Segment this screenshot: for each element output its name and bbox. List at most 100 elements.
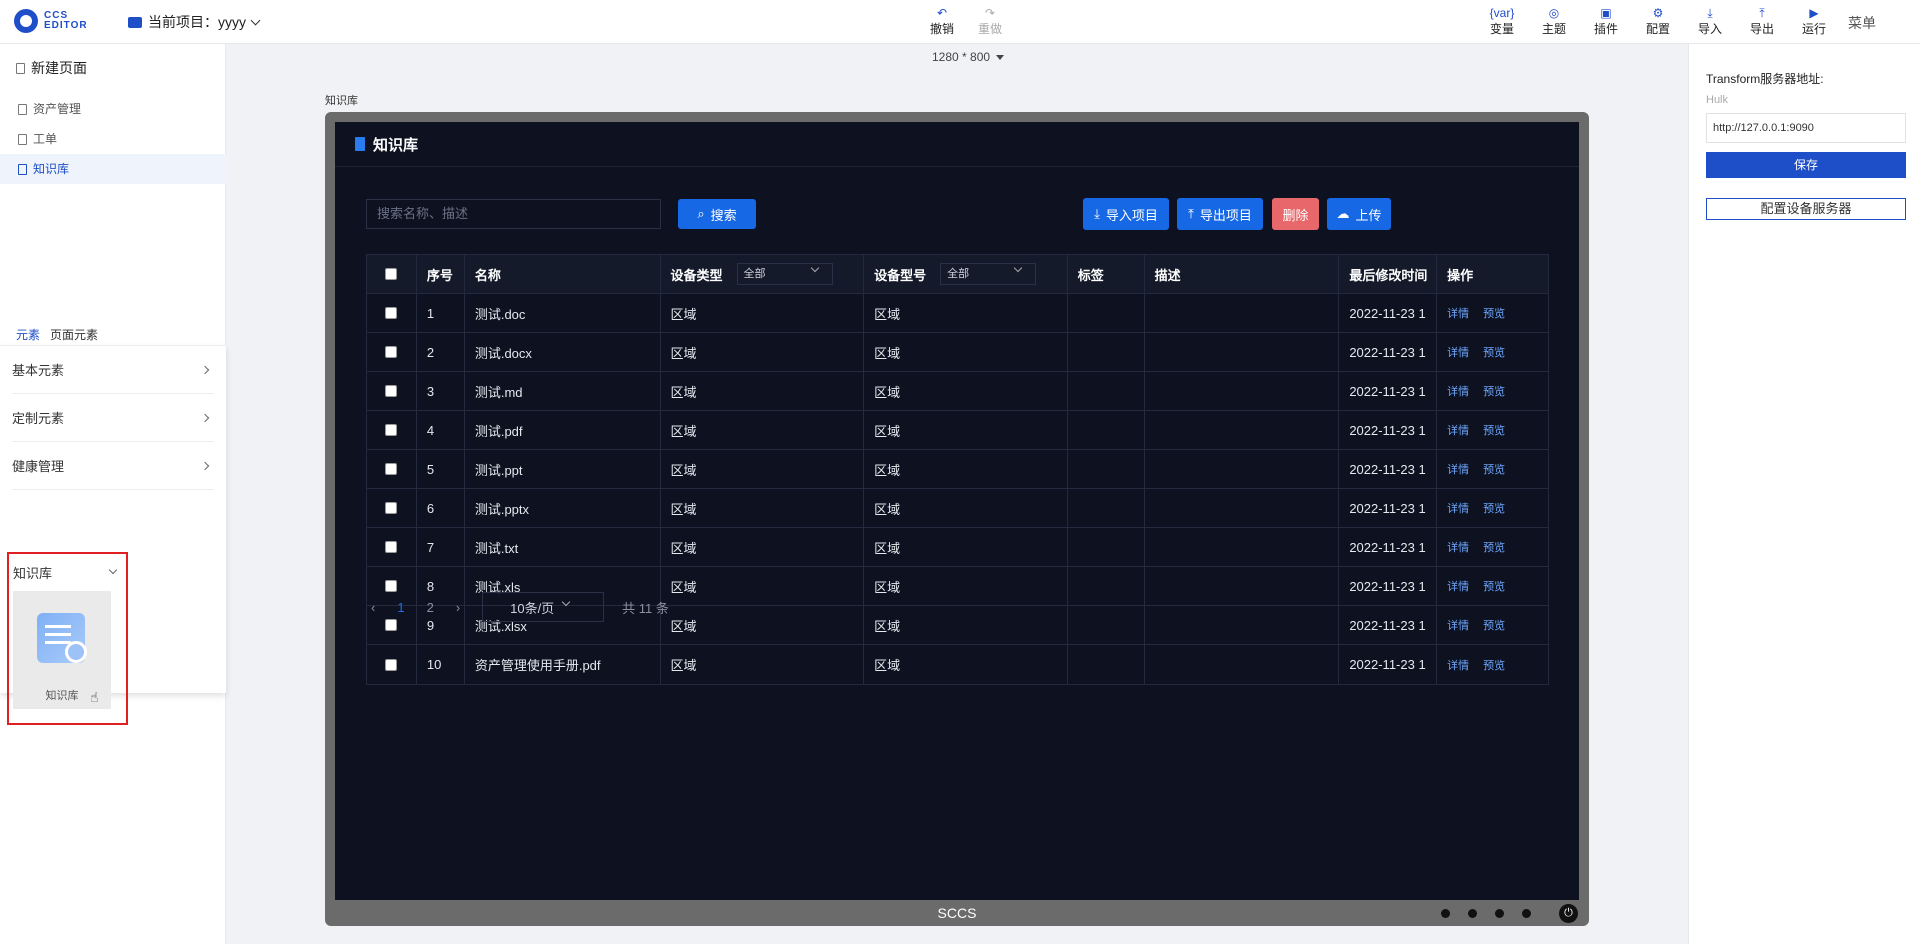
detail-link[interactable]: 详情 (1447, 500, 1469, 516)
power-icon[interactable]: ⏻ (1559, 904, 1578, 923)
dot-icon (1441, 909, 1450, 918)
tool-label: 导出 (1749, 22, 1774, 36)
detail-link[interactable]: 详情 (1447, 461, 1469, 477)
type-filter-select[interactable]: 全部 (736, 263, 833, 285)
server-address-input[interactable]: http://127.0.0.1:9090 (1706, 113, 1906, 143)
page-size-value: 10条/页 (510, 600, 555, 616)
variable-button[interactable]: {var} 变量 (1476, 6, 1528, 37)
category-custom[interactable]: 定制元素 (12, 394, 214, 442)
import-project-button[interactable]: ⤓ 导入项目 (1083, 198, 1169, 230)
select-all-checkbox[interactable] (385, 268, 398, 280)
row-checkbox[interactable] (385, 502, 398, 514)
page-size-select[interactable]: 10条/页 (482, 592, 605, 622)
search-button[interactable]: ⌕ 搜索 (678, 199, 756, 229)
detail-link[interactable]: 详情 (1447, 617, 1469, 633)
page-1[interactable]: 1 (397, 600, 404, 615)
cell-desc (1145, 645, 1340, 684)
page-2[interactable]: 2 (427, 600, 434, 615)
row-checkbox[interactable] (385, 580, 398, 592)
model-filter-value: 全部 (947, 268, 970, 280)
cell-ops: 详情 预览 (1437, 528, 1548, 566)
preview-link[interactable]: 预览 (1483, 383, 1505, 399)
device-title: SCCS (937, 905, 977, 921)
row-select-cell (367, 489, 417, 527)
import-button[interactable]: ⤓ 导入 (1684, 6, 1736, 37)
cell-no: 4 (417, 411, 465, 449)
preview-link[interactable]: 预览 (1483, 657, 1505, 673)
next-page-icon[interactable]: › (456, 600, 460, 615)
detail-link[interactable]: 详情 (1447, 344, 1469, 360)
row-checkbox[interactable] (385, 658, 398, 671)
plugin-button[interactable]: ▣ 插件 (1580, 6, 1632, 37)
screen-title: 知识库 (373, 136, 419, 154)
col-model-label: 设备型号 (874, 267, 927, 283)
menu-button[interactable]: 菜单 (1848, 13, 1876, 33)
preview-link[interactable]: 预览 (1483, 539, 1505, 555)
page-item[interactable]: 资产管理 (0, 94, 226, 124)
category-health[interactable]: 健康管理 (12, 442, 214, 490)
row-checkbox[interactable] (385, 424, 398, 436)
theme-button[interactable]: ◎ 主题 (1528, 6, 1580, 37)
category-knowledge[interactable]: 知识库 (13, 558, 122, 586)
row-checkbox[interactable] (385, 463, 398, 475)
category-basic[interactable]: 基本元素 (12, 346, 214, 394)
row-select-cell (367, 411, 417, 449)
row-checkbox[interactable] (385, 307, 398, 319)
new-page-button[interactable]: 新建页面 (16, 58, 87, 78)
detail-link[interactable]: 详情 (1447, 422, 1469, 438)
prev-page-icon[interactable]: ‹ (371, 600, 375, 615)
app-logo: CCS EDITOR (14, 9, 100, 33)
row-checkbox[interactable] (385, 385, 398, 397)
preview-link[interactable]: 预览 (1483, 578, 1505, 594)
cell-model: 区域 (864, 606, 1068, 644)
knowledge-base-icon (37, 613, 87, 663)
tab-page-elements[interactable]: 页面元素 (50, 326, 98, 343)
page-label: 资产管理 (33, 102, 82, 116)
cell-tag (1068, 606, 1145, 644)
page-icon (18, 163, 27, 175)
detail-link[interactable]: 详情 (1447, 657, 1469, 673)
new-page-label: 新建页面 (31, 60, 87, 76)
detail-link[interactable]: 详情 (1447, 383, 1469, 399)
detail-link[interactable]: 详情 (1447, 539, 1469, 555)
save-button[interactable]: 保存 (1706, 152, 1906, 178)
row-checkbox[interactable] (385, 346, 398, 358)
resolution-selector[interactable]: 1280 * 800 (932, 50, 1005, 64)
delete-button[interactable]: 删除 (1272, 198, 1319, 230)
export-button[interactable]: ⤒ 导出 (1736, 6, 1788, 37)
undo-button[interactable]: ↶ 撤销 (930, 6, 954, 37)
tool-label: 变量 (1489, 22, 1514, 36)
row-checkbox[interactable] (385, 541, 398, 553)
preview-link[interactable]: 预览 (1483, 461, 1505, 477)
preview-link[interactable]: 预览 (1483, 500, 1505, 516)
detail-link[interactable]: 详情 (1447, 305, 1469, 321)
preview-link[interactable]: 预览 (1483, 617, 1505, 633)
page-item[interactable]: 工单 (0, 124, 226, 154)
config-device-server-button[interactable]: 配置设备服务器 (1706, 198, 1906, 220)
cell-type: 区域 (661, 606, 865, 644)
project-selector[interactable]: 当前项目： yyyy (128, 12, 261, 32)
cell-modified: 2022-11-23 1 (1339, 645, 1438, 684)
tab-elements[interactable]: 元素 (16, 326, 40, 343)
detail-link[interactable]: 详情 (1447, 578, 1469, 594)
preview-link[interactable]: 预览 (1483, 305, 1505, 321)
preview-link[interactable]: 预览 (1483, 422, 1505, 438)
preview-link[interactable]: 预览 (1483, 344, 1505, 360)
search-input[interactable]: 搜索名称、描述 (366, 199, 661, 229)
run-button[interactable]: ▶ 运行 (1788, 6, 1840, 37)
row-select-cell (367, 372, 417, 410)
folder-icon (128, 16, 142, 28)
settings-button[interactable]: ⚙ 配置 (1632, 6, 1684, 37)
model-filter-select[interactable]: 全部 (940, 263, 1037, 285)
cell-no: 6 (417, 489, 465, 527)
cell-tag (1068, 528, 1145, 566)
export-project-button[interactable]: ⤒ 导出项目 (1177, 198, 1263, 230)
upload-button[interactable]: ☁ 上传 (1327, 198, 1391, 230)
cell-modified: 2022-11-23 1 (1339, 372, 1438, 410)
table-body: 1 测试.doc 区域 区域 2022-11-23 1 详情 预览 2 测试.docx 区域 区域 2… (367, 294, 1548, 684)
add-page-icon (16, 62, 25, 74)
cell-tag (1068, 450, 1145, 488)
cell-desc (1145, 294, 1340, 332)
page-item[interactable]: 知识库 (0, 154, 226, 184)
redo-button[interactable]: ↷ 重做 (978, 6, 1002, 37)
